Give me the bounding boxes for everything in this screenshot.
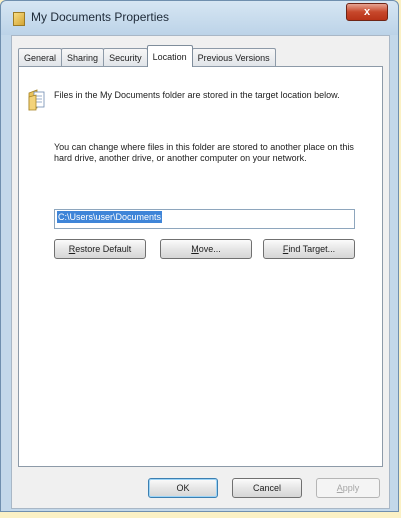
apply-label: pply <box>342 483 360 493</box>
tab-security[interactable]: Security <box>103 48 148 67</box>
documents-folder-icon <box>28 89 45 111</box>
ok-button[interactable]: OK <box>148 478 218 498</box>
apply-button[interactable]: Apply <box>316 478 380 498</box>
dialog-content: General Sharing Security Location Previo… <box>11 35 390 509</box>
restore-default-button[interactable]: Restore Default <box>54 239 146 259</box>
folder-icon <box>13 12 25 26</box>
location-description: Files in the My Documents folder are sto… <box>54 90 340 100</box>
move-button[interactable]: Move... <box>160 239 252 259</box>
tab-location[interactable]: Location <box>146 45 193 67</box>
find-target-button[interactable]: Find Target... <box>263 239 355 259</box>
tab-previous-versions[interactable]: Previous Versions <box>191 48 276 67</box>
location-help-text: You can change where files in this folde… <box>54 142 354 163</box>
target-path-input[interactable]: C:\Users\user\Documents <box>54 209 355 229</box>
cancel-button[interactable]: Cancel <box>232 478 302 498</box>
tab-sharing[interactable]: Sharing <box>61 48 105 67</box>
restore-default-label: estore Default <box>75 244 132 254</box>
move-label: ove... <box>198 244 221 254</box>
move-accel: M <box>191 244 199 254</box>
properties-window: My Documents Properties x General Sharin… <box>0 0 399 512</box>
close-icon: x <box>363 6 371 18</box>
find-target-label: ind Target... <box>288 244 336 254</box>
target-path-value: C:\Users\user\Documents <box>57 211 163 223</box>
close-button[interactable]: x <box>346 3 388 21</box>
title-bar[interactable]: My Documents Properties x <box>1 1 398 35</box>
window-title: My Documents Properties <box>31 10 170 24</box>
location-panel: Files in the My Documents folder are sto… <box>18 66 383 467</box>
tab-general[interactable]: General <box>18 48 63 67</box>
tab-strip: General Sharing Security Location Previo… <box>18 45 276 67</box>
